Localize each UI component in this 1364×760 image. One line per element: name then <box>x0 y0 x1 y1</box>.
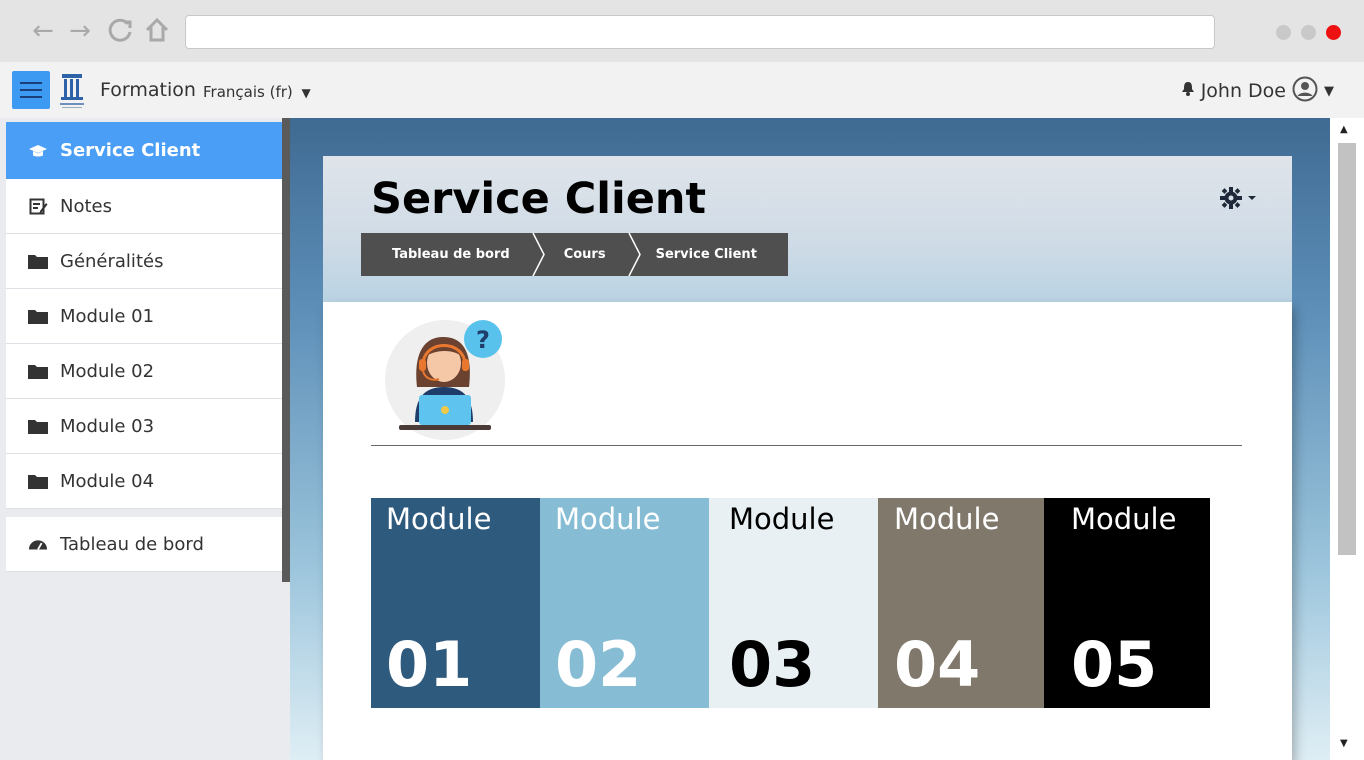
site-logo[interactable] <box>58 68 86 112</box>
browser-toolbar: ← → <box>0 0 1364 62</box>
sidebar-scrollbar[interactable] <box>282 118 290 582</box>
folder-icon <box>28 361 48 381</box>
breadcrumb-separator-icon <box>532 233 545 276</box>
sidebar-item-label: Service Client <box>60 140 201 161</box>
sidebar-item-label: Module 01 <box>60 305 155 327</box>
page-title: Service Client <box>371 174 707 224</box>
page-scrollbar[interactable]: ▲ ▼ <box>1330 118 1364 760</box>
scroll-up-arrow-icon[interactable]: ▲ <box>1340 124 1348 135</box>
app-navbar: Formation Français (fr) ▼ John Doe ▼ <box>0 62 1364 118</box>
customer-support-illustration: ? <box>385 317 510 442</box>
sidebar-item-tableau-de-bord[interactable]: Tableau de bord <box>6 517 282 572</box>
page-header: Service Client Tableau de bord Cours Ser… <box>323 156 1292 302</box>
sidebar-item-label: Généralités <box>60 250 164 272</box>
dashboard-icon <box>28 534 48 554</box>
breadcrumb-item-tableau-de-bord[interactable]: Tableau de bord <box>361 233 532 276</box>
gear-icon <box>1220 187 1242 209</box>
sidebar-item-label: Module 04 <box>60 470 155 492</box>
module-tile-01[interactable]: Module 01 <box>371 498 540 708</box>
window-maximize-dot[interactable] <box>1301 25 1316 40</box>
breadcrumb-item-service-client[interactable]: Service Client <box>642 233 788 276</box>
user-menu[interactable]: John Doe ▼ <box>1181 76 1334 106</box>
course-content-card: ? Module 01 Module 02 Module 03 Module 0… <box>323 302 1292 760</box>
breadcrumb-label: Tableau de bord <box>392 247 510 262</box>
breadcrumb-separator-icon <box>627 233 641 276</box>
sidebar-item-label: Tableau de bord <box>60 533 204 555</box>
notes-icon <box>28 196 48 216</box>
folder-icon <box>28 471 48 491</box>
scroll-down-arrow-icon[interactable]: ▼ <box>1340 738 1348 749</box>
sidebar: Service Client Notes Généralités Module … <box>6 122 282 572</box>
module-tile-number: 02 <box>555 628 642 701</box>
language-selector[interactable]: Français (fr) ▼ <box>203 83 311 101</box>
sidebar-separator <box>6 509 282 517</box>
module-tile-label: Module <box>386 502 492 536</box>
home-icon[interactable] <box>142 16 172 46</box>
sidebar-item-notes[interactable]: Notes <box>6 179 282 234</box>
sidebar-item-service-client[interactable]: Service Client <box>6 122 282 179</box>
scrollbar-thumb[interactable] <box>1338 143 1356 555</box>
user-name[interactable]: John Doe <box>1201 80 1286 102</box>
reload-icon[interactable] <box>105 16 135 46</box>
window-close-dot[interactable] <box>1326 25 1341 40</box>
brand-title[interactable]: Formation <box>100 79 196 101</box>
language-label: Français (fr) <box>203 83 293 101</box>
module-tile-number: 01 <box>386 628 473 701</box>
forward-arrow-icon[interactable]: → <box>65 16 95 46</box>
module-tile-03[interactable]: Module 03 <box>709 498 878 708</box>
module-tile-number: 04 <box>894 628 981 701</box>
chevron-down-icon[interactable]: ▼ <box>1324 84 1334 99</box>
sidebar-item-module-03[interactable]: Module 03 <box>6 399 282 454</box>
window-minimize-dot[interactable] <box>1276 25 1291 40</box>
module-tile-label: Module <box>894 502 1000 536</box>
module-tiles: Module 01 Module 02 Module 03 Module 04 … <box>371 498 1210 708</box>
graduation-cap-icon <box>28 141 48 161</box>
breadcrumb-label: Service Client <box>655 247 757 262</box>
module-tile-04[interactable]: Module 04 <box>878 498 1044 708</box>
sidebar-item-generalites[interactable]: Généralités <box>6 234 282 289</box>
sidebar-item-label: Module 03 <box>60 415 155 437</box>
module-tile-label: Module <box>555 502 661 536</box>
module-tile-02[interactable]: Module 02 <box>540 498 709 708</box>
sidebar-item-module-01[interactable]: Module 01 <box>6 289 282 344</box>
sidebar-item-label: Module 02 <box>60 360 155 382</box>
sidebar-item-module-02[interactable]: Module 02 <box>6 344 282 399</box>
hamburger-menu-button[interactable] <box>12 71 50 109</box>
module-tile-number: 05 <box>1071 628 1158 701</box>
sidebar-item-label: Notes <box>60 195 112 217</box>
breadcrumb-item-cours[interactable]: Cours <box>546 233 628 276</box>
avatar[interactable] <box>1292 76 1318 106</box>
breadcrumb: Tableau de bord Cours Service Client <box>361 233 788 276</box>
settings-menu[interactable] <box>1220 186 1260 214</box>
svg-text:?: ? <box>476 326 490 354</box>
bell-icon[interactable] <box>1181 81 1195 101</box>
folder-icon <box>28 416 48 436</box>
back-arrow-icon[interactable]: ← <box>28 16 58 46</box>
chevron-down-icon: ▼ <box>301 86 311 100</box>
folder-icon <box>28 251 48 271</box>
module-tile-05[interactable]: Module 05 <box>1044 498 1210 708</box>
folder-icon <box>28 306 48 326</box>
module-tile-number: 03 <box>729 628 816 701</box>
content-divider <box>371 445 1242 446</box>
sidebar-item-module-04[interactable]: Module 04 <box>6 454 282 509</box>
breadcrumb-label: Cours <box>563 247 606 262</box>
module-tile-label: Module <box>729 502 835 536</box>
module-tile-label: Module <box>1071 502 1177 536</box>
address-bar[interactable] <box>185 15 1215 49</box>
